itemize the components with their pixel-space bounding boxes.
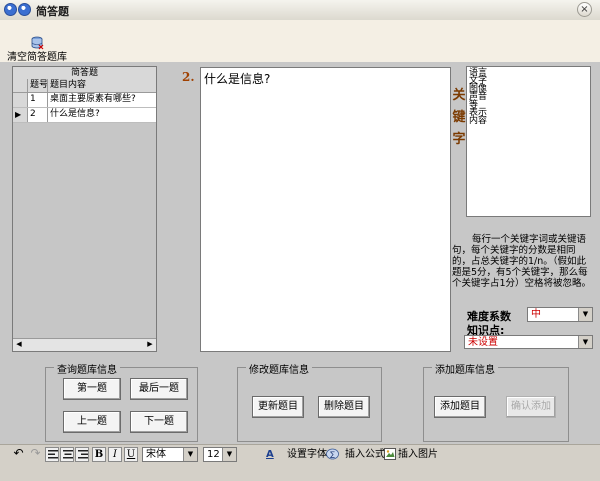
- question-number: 2.: [182, 70, 195, 84]
- keyword-line: 声音: [469, 92, 488, 102]
- insert-formula-button[interactable]: 插入公式: [345, 448, 385, 461]
- grid-header-content[interactable]: 题目内容: [48, 79, 156, 92]
- align-left-icon[interactable]: [45, 447, 59, 462]
- question-text-editor[interactable]: 什么是信息?: [200, 67, 451, 352]
- knowledge-point-select[interactable]: 未设置 ▼: [464, 335, 593, 349]
- clear-question-bank-button[interactable]: 清空简答题库: [4, 22, 70, 63]
- font-family-value: 宋体: [146, 449, 166, 460]
- add-group: 添加题库信息 添加题目 确认添加: [423, 361, 569, 442]
- keywords-textbox[interactable]: 语言 文字 图像 声音 等 表示 内容: [466, 66, 591, 217]
- chevron-down-icon[interactable]: ▼: [578, 336, 592, 348]
- font-family-select[interactable]: 宋体 ▼: [142, 447, 198, 462]
- knowledge-point-value: 未设置: [468, 337, 498, 348]
- next-question-button[interactable]: 下一题: [130, 411, 188, 433]
- table-row[interactable]: ▶ 2 什么是信息?: [13, 108, 156, 123]
- window-menu-icon-2[interactable]: [18, 3, 31, 16]
- chevron-down-icon[interactable]: ▼: [222, 448, 236, 461]
- update-question-button[interactable]: 更新题目: [252, 396, 304, 418]
- chevron-down-icon[interactable]: ▼: [183, 448, 197, 461]
- keywords-label: 关 键 字: [452, 85, 466, 151]
- font-size-value: 12: [207, 449, 220, 460]
- add-group-caption: 添加题库信息: [432, 361, 498, 376]
- row-number: 1: [28, 93, 48, 107]
- window-title: 简答题: [36, 5, 69, 18]
- svg-text:∑: ∑: [330, 451, 335, 459]
- italic-button[interactable]: I: [108, 447, 122, 462]
- close-button[interactable]: ×: [577, 2, 592, 17]
- grid-header-row: 题号 题目内容: [13, 79, 156, 93]
- undo-icon[interactable]: ↶: [11, 447, 26, 462]
- add-question-button[interactable]: 添加题目: [434, 396, 486, 418]
- row-number: 2: [28, 108, 48, 122]
- underline-button[interactable]: U: [124, 447, 138, 462]
- modify-group-caption: 修改题库信息: [246, 361, 312, 376]
- formula-icon[interactable]: ∑: [326, 448, 339, 460]
- keywords-label-char: 字: [452, 132, 466, 147]
- last-question-button[interactable]: 最后一题: [130, 378, 188, 400]
- window-menu-icon[interactable]: [4, 3, 17, 16]
- row-selector[interactable]: [13, 93, 28, 107]
- set-font-button[interactable]: 设置字体: [287, 448, 327, 461]
- chevron-down-icon[interactable]: ▼: [578, 308, 592, 321]
- first-question-button[interactable]: 第一题: [63, 378, 121, 400]
- grid-header-selector: [13, 79, 28, 92]
- clear-question-bank-label: 清空简答题库: [7, 52, 67, 63]
- font-size-select[interactable]: 12 ▼: [203, 447, 237, 462]
- keywords-help-text: 每行一个关键字词或关键语句，每个关键字的分数是相同的，占总关键字的1/n。（假如…: [452, 234, 592, 289]
- align-center-icon[interactable]: [60, 447, 74, 462]
- title-bar: 简答题 ×: [0, 0, 600, 21]
- confirm-add-button[interactable]: 确认添加: [506, 396, 556, 418]
- keyword-line: 内容: [469, 116, 488, 126]
- row-content: 什么是信息?: [50, 109, 100, 119]
- font-settings-icon[interactable]: A: [266, 448, 278, 461]
- bold-button[interactable]: B: [92, 447, 106, 462]
- row-selector[interactable]: ▶: [13, 108, 28, 122]
- question-grid[interactable]: 简答题 题号 题目内容 1 桌面主要原素有哪些? ▶ 2 什么是信息? ◀ ▶: [12, 66, 157, 352]
- row-content: 桌面主要原素有哪些?: [50, 94, 136, 104]
- toolbar: 清空简答题库: [0, 20, 600, 63]
- keywords-label-char: 键: [452, 110, 466, 125]
- difficulty-value: 中: [531, 309, 541, 320]
- align-right-icon[interactable]: [75, 447, 89, 462]
- delete-question-button[interactable]: 删除题目: [318, 396, 370, 418]
- scroll-right-icon[interactable]: ▶: [144, 339, 156, 350]
- modify-group: 修改题库信息 更新题目 删除题目: [237, 361, 382, 442]
- grid-horizontal-scrollbar[interactable]: ◀ ▶: [13, 338, 156, 351]
- table-row[interactable]: 1 桌面主要原素有哪些?: [13, 93, 156, 108]
- grid-header-number[interactable]: 题号: [28, 79, 48, 92]
- format-toolbar: ↶ ↷ B I U 宋体 ▼ 12 ▼ A 设置字体 ∑ 插入公式 插入图片: [0, 444, 600, 481]
- query-group-caption: 查询题库信息: [54, 361, 120, 376]
- difficulty-select[interactable]: 中 ▼: [527, 307, 593, 322]
- scroll-left-icon[interactable]: ◀: [13, 339, 25, 350]
- insert-image-button[interactable]: 插入图片: [398, 448, 438, 461]
- keywords-label-char: 关: [452, 88, 466, 103]
- image-icon[interactable]: [384, 448, 396, 460]
- query-group: 查询题库信息 第一题 最后一题 上一题 下一题: [45, 361, 198, 442]
- redo-icon[interactable]: ↷: [28, 447, 43, 462]
- previous-question-button[interactable]: 上一题: [63, 411, 121, 433]
